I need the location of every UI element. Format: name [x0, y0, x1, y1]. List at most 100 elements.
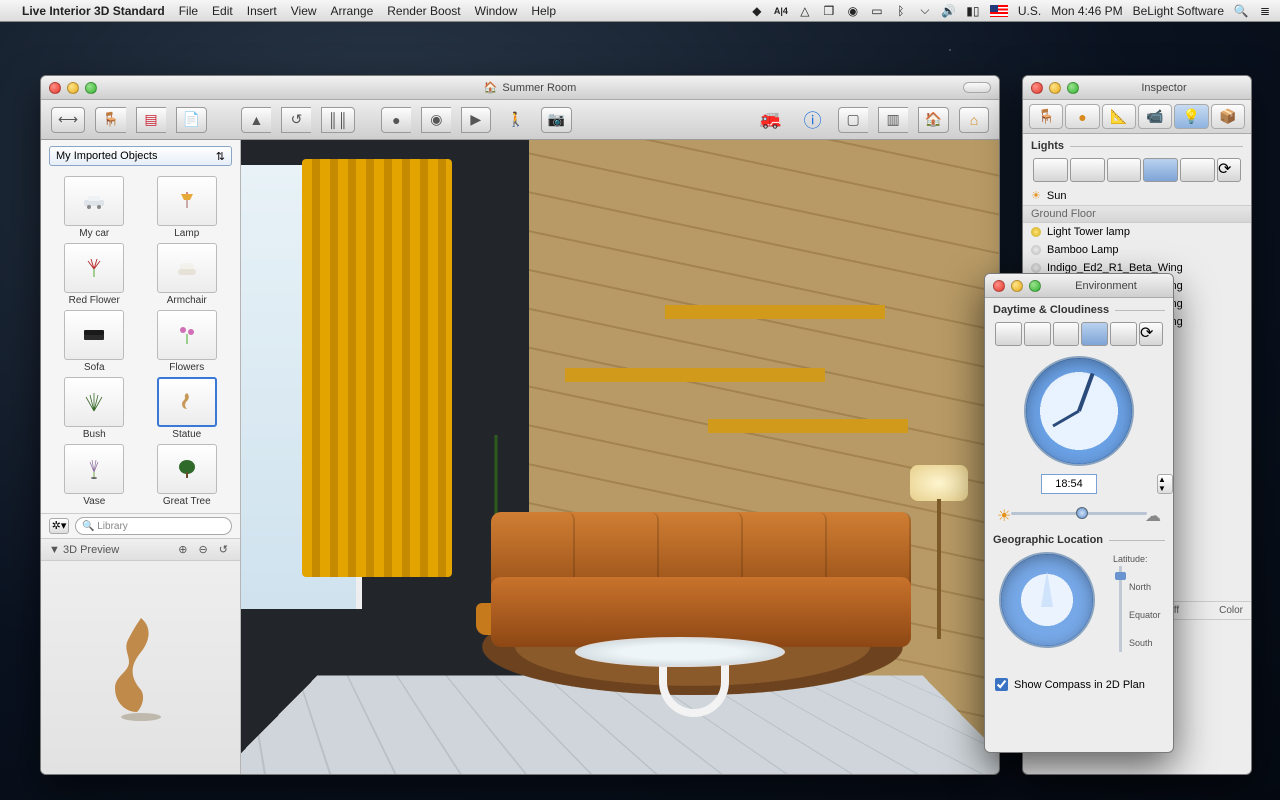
env-close[interactable] [993, 280, 1005, 292]
inspector-close[interactable] [1031, 82, 1043, 94]
input-locale[interactable]: U.S. [1018, 4, 1041, 18]
wifi-icon[interactable]: ⌵ [918, 4, 932, 18]
env-preset-morning[interactable] [1024, 322, 1051, 346]
object-vase[interactable]: Vase [51, 444, 138, 507]
walk-icon[interactable]: 🚶 [501, 107, 531, 133]
cloudiness-slider[interactable]: ☀ ☁ [997, 506, 1161, 520]
light-sun[interactable]: ☀Sun [1023, 186, 1251, 205]
preview-disclosure[interactable]: ▼ 3D Preview [49, 544, 119, 556]
library-project-button[interactable]: 📄 [176, 107, 207, 133]
time-stepper[interactable]: ▲▼ [1157, 474, 1173, 494]
view-3d-button[interactable]: 🏠 [918, 107, 949, 133]
tab-object[interactable]: 🪑 [1029, 104, 1063, 129]
tab-materials[interactable]: ● [1065, 104, 1099, 129]
menu-render-boost[interactable]: Render Boost [387, 4, 460, 18]
display-icon[interactable]: ▭ [870, 4, 884, 18]
menu-arrange[interactable]: Arrange [331, 4, 374, 18]
menu-insert[interactable]: Insert [247, 4, 277, 18]
camera-button[interactable]: 📷 [541, 107, 572, 133]
preset-noon[interactable] [1107, 158, 1142, 182]
env-preset-dawn[interactable] [995, 322, 1022, 346]
minimize-button[interactable] [67, 82, 79, 94]
object-sofa[interactable]: Sofa [51, 310, 138, 373]
status-icon[interactable]: ◆ [750, 4, 764, 18]
env-preset-evening[interactable] [1081, 322, 1108, 346]
battery-icon[interactable]: ▮▯ [966, 4, 980, 18]
toolbar-toggle[interactable] [963, 82, 991, 93]
latitude-slider[interactable]: Latitude: North Equator South [1113, 552, 1163, 662]
time-input[interactable]: 18:54 [1041, 474, 1097, 494]
env-preset-custom[interactable]: ⟳ [1139, 322, 1163, 346]
record-button[interactable]: ● [381, 107, 411, 133]
environment-titlebar[interactable]: Environment [985, 274, 1173, 298]
view-2d-button[interactable]: ▢ [838, 107, 868, 133]
3d-viewport[interactable] [241, 140, 999, 774]
object-statue[interactable]: Statue [144, 377, 231, 440]
preview-zoom-controls[interactable]: ⊕ ⊖ ↺ [178, 543, 232, 556]
object-armchair[interactable]: Armchair [144, 243, 231, 306]
menu-view[interactable]: View [291, 4, 317, 18]
preset-morning[interactable] [1070, 158, 1105, 182]
menu-window[interactable]: Window [475, 4, 518, 18]
nav-back-forward[interactable]: ⟷ [51, 107, 85, 133]
object-flowers[interactable]: Flowers [144, 310, 231, 373]
compass[interactable] [999, 552, 1095, 648]
menu-edit[interactable]: Edit [212, 4, 233, 18]
menu-file[interactable]: File [179, 4, 198, 18]
inspector-titlebar[interactable]: Inspector [1023, 76, 1251, 100]
object-my-car[interactable]: My car [51, 176, 138, 239]
env-preset-night[interactable] [1110, 322, 1137, 346]
library-search[interactable]: 🔍 Library [75, 517, 232, 535]
preset-evening[interactable] [1143, 158, 1178, 182]
spotlight-icon[interactable]: 🔍 [1234, 4, 1248, 18]
drive-icon[interactable]: △ [798, 4, 812, 18]
env-min[interactable] [1011, 280, 1023, 292]
home-button[interactable]: ⌂ [959, 107, 989, 133]
adobe-icon[interactable]: A|4 [774, 4, 788, 18]
tab-lights[interactable]: 💡 [1174, 104, 1208, 129]
inspector-min[interactable] [1049, 82, 1061, 94]
menu-help[interactable]: Help [531, 4, 556, 18]
select-tool[interactable]: ▲ [241, 107, 271, 133]
sync-icon[interactable]: ◉ [846, 4, 860, 18]
menubar-vendor[interactable]: BeLight Software [1133, 4, 1224, 18]
preset-custom[interactable]: ⟳ [1217, 158, 1241, 182]
view-split-button[interactable]: ▥ [878, 107, 908, 133]
library-actions-menu[interactable]: ✲▾ [49, 518, 69, 534]
inspector-zoom[interactable] [1067, 82, 1079, 94]
input-flag-icon[interactable] [990, 5, 1008, 17]
preview-pane[interactable] [41, 561, 240, 774]
tab-measurements[interactable]: 📐 [1102, 104, 1136, 129]
show-compass-input[interactable] [995, 678, 1008, 691]
light-row-0[interactable]: Light Tower lamp [1023, 223, 1251, 241]
object-bush[interactable]: Bush [51, 377, 138, 440]
tab-cameras[interactable]: 📹 [1138, 104, 1172, 129]
bluetooth-icon[interactable]: ᛒ [894, 4, 908, 18]
preset-night[interactable] [1180, 158, 1215, 182]
menubar-clock[interactable]: Mon 4:46 PM [1051, 4, 1122, 18]
show-compass-checkbox[interactable]: Show Compass in 2D Plan [985, 672, 1173, 697]
rotate-tool[interactable]: ↺ [281, 107, 311, 133]
tab-building[interactable]: 📦 [1211, 104, 1245, 129]
env-preset-noon[interactable] [1053, 322, 1080, 346]
export-3d-button[interactable]: 🚒 [753, 107, 787, 133]
close-button[interactable] [49, 82, 61, 94]
library-category-select[interactable]: My Imported Objects ⇅ [49, 146, 232, 166]
object-lamp[interactable]: Lamp [144, 176, 231, 239]
time-clock[interactable] [1024, 356, 1134, 466]
preset-dawn[interactable] [1033, 158, 1068, 182]
record-alt-button[interactable]: ◉ [421, 107, 451, 133]
wall-tool[interactable]: ║║ [321, 107, 355, 133]
object-great-tree[interactable]: Great Tree [144, 444, 231, 507]
light-row-1[interactable]: Bamboo Lamp [1023, 241, 1251, 259]
info-button[interactable]: ⓘ [798, 107, 828, 133]
volume-icon[interactable]: 🔊 [942, 4, 956, 18]
library-furniture-button[interactable]: 🪑 [95, 107, 125, 133]
env-zoom[interactable] [1029, 280, 1041, 292]
app-name[interactable]: Live Interior 3D Standard [22, 4, 165, 18]
notifications-icon[interactable]: ≣ [1258, 4, 1272, 18]
zoom-button[interactable] [85, 82, 97, 94]
dropbox-icon[interactable]: ❒ [822, 4, 836, 18]
document-titlebar[interactable]: 🏠 Summer Room [41, 76, 999, 100]
library-materials-button[interactable]: ▤ [136, 107, 166, 133]
